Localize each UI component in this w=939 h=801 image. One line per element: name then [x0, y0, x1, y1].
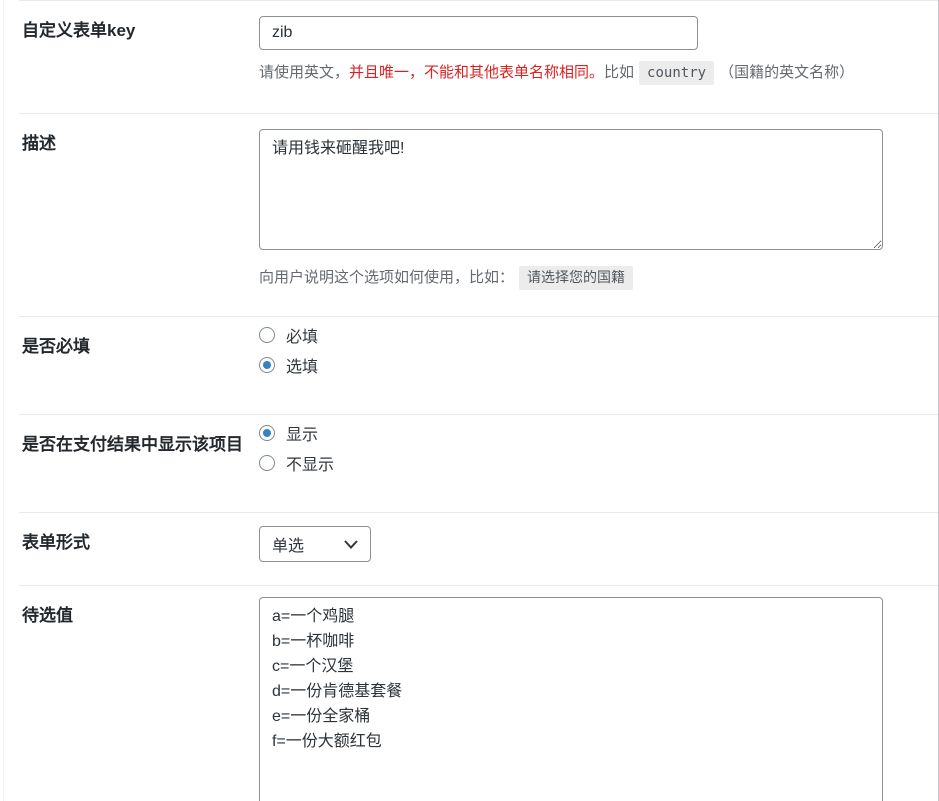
- radio-option-label: 必填: [286, 323, 318, 347]
- label-cell: 待选值: [19, 586, 259, 801]
- field-label-show-in-result: 是否在支付结果中显示该项目: [22, 435, 243, 454]
- inline-code-example: 请选择您的国籍: [519, 266, 633, 290]
- options-textarea[interactable]: a=一个鸡腿 b=一杯咖啡 c=一个汉堡 d=一份肯德基套餐 e=一份全家桶 f…: [259, 597, 883, 801]
- radio-icon[interactable]: [259, 455, 275, 471]
- show-in-result-radio-group: 显示 不显示: [259, 415, 938, 512]
- control-cell: 请使用英文，并且唯一，不能和其他表单名称相同。比如 country （国籍的英文名称…: [259, 1, 938, 113]
- custom-form-settings-panel: 自定义表单key 请使用英文，并且唯一，不能和其他表单名称相同。比如 countr…: [3, 0, 939, 801]
- radio-option-optional[interactable]: 选填: [259, 350, 938, 380]
- form-row-option-values: 待选值 a=一个鸡腿 b=一杯咖啡 c=一个汉堡 d=一份肯德基套餐 e=一份全…: [19, 585, 938, 801]
- radio-icon[interactable]: [259, 357, 275, 373]
- field-label-required: 是否必填: [22, 337, 90, 356]
- label-cell: 表单形式: [19, 513, 259, 585]
- field-label-description: 描述: [22, 134, 56, 153]
- form-key-input[interactable]: [259, 16, 698, 50]
- help-text-prefix: 向用户说明这个选项如何使用，比如：: [259, 269, 514, 286]
- field-label-form-type: 表单形式: [22, 533, 90, 552]
- radio-icon[interactable]: [259, 327, 275, 343]
- form-row-form-type: 表单形式 单选: [19, 512, 938, 585]
- label-cell: 是否在支付结果中显示该项目: [19, 415, 259, 512]
- help-text-prefix: 请使用英文，: [259, 64, 349, 81]
- radio-icon[interactable]: [259, 425, 275, 441]
- field-label-key: 自定义表单key: [22, 21, 135, 40]
- select-value: 单选: [272, 532, 344, 556]
- control-cell: 请用钱来砸醒我吧! 向用户说明这个选项如何使用，比如： 请选择您的国籍: [259, 114, 938, 316]
- radio-option-hide[interactable]: 不显示: [259, 448, 938, 478]
- field-description-key: 请使用英文，并且唯一，不能和其他表单名称相同。比如 country （国籍的英文名称…: [259, 60, 938, 86]
- label-cell: 描述: [19, 114, 259, 316]
- field-description-desc: 向用户说明这个选项如何使用，比如： 请选择您的国籍: [259, 265, 938, 291]
- radio-option-show[interactable]: 显示: [259, 418, 938, 448]
- radio-option-label: 不显示: [286, 451, 334, 475]
- inline-code-country: country: [639, 61, 714, 85]
- form-row-description: 描述 请用钱来砸醒我吧! 向用户说明这个选项如何使用，比如： 请选择您的国籍: [19, 113, 938, 316]
- control-cell: 单选: [259, 513, 938, 585]
- help-text-mid: 比如: [604, 64, 634, 81]
- control-cell: a=一个鸡腿 b=一杯咖啡 c=一个汉堡 d=一份肯德基套餐 e=一份全家桶 f…: [259, 586, 938, 801]
- required-radio-group: 必填 选填: [259, 317, 938, 414]
- help-text-suffix: （国籍的英文名称）: [719, 64, 854, 81]
- label-cell: 自定义表单key: [19, 1, 259, 113]
- field-label-option-values: 待选值: [22, 606, 73, 625]
- help-text-warning: 并且唯一，不能和其他表单名称相同。: [349, 64, 604, 81]
- description-textarea[interactable]: 请用钱来砸醒我吧!: [259, 129, 883, 250]
- form-row-key: 自定义表单key 请使用英文，并且唯一，不能和其他表单名称相同。比如 countr…: [19, 0, 938, 113]
- form-row-show-in-result: 是否在支付结果中显示该项目 显示 不显示: [19, 414, 938, 512]
- form-type-select[interactable]: 单选: [259, 526, 371, 562]
- radio-option-label: 显示: [286, 421, 318, 445]
- form-row-required: 是否必填 必填 选填: [19, 316, 938, 414]
- radio-option-label: 选填: [286, 353, 318, 377]
- chevron-down-icon: [344, 540, 358, 549]
- radio-option-required[interactable]: 必填: [259, 320, 938, 350]
- label-cell: 是否必填: [19, 317, 259, 414]
